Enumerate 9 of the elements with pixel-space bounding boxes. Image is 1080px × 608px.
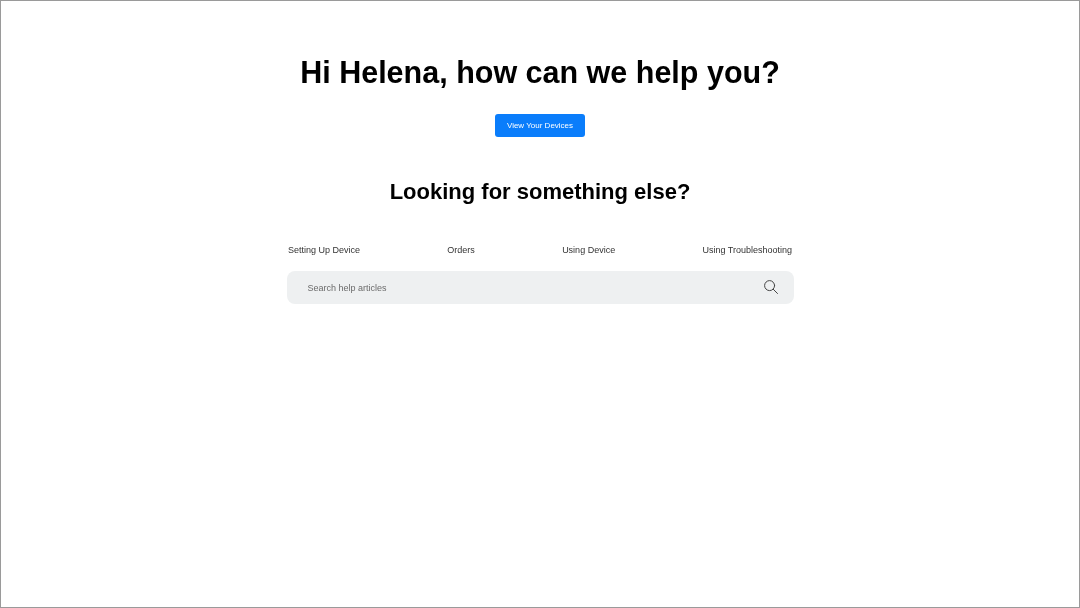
help-title: Looking for something else?	[389, 179, 691, 205]
search-icon[interactable]	[763, 280, 778, 294]
search-field[interactable]: Search help articles	[286, 271, 794, 304]
topic-link[interactable]: Using Device	[562, 244, 616, 256]
greeting-title: Hi Helena, how can we help you?	[300, 54, 780, 90]
view-devices-button[interactable]: View Your Devices	[495, 114, 585, 137]
topic-link[interactable]: Orders	[447, 244, 475, 256]
topic-link[interactable]: Using Troubleshooting	[702, 244, 792, 256]
topic-link[interactable]: Setting Up Device	[288, 244, 361, 256]
